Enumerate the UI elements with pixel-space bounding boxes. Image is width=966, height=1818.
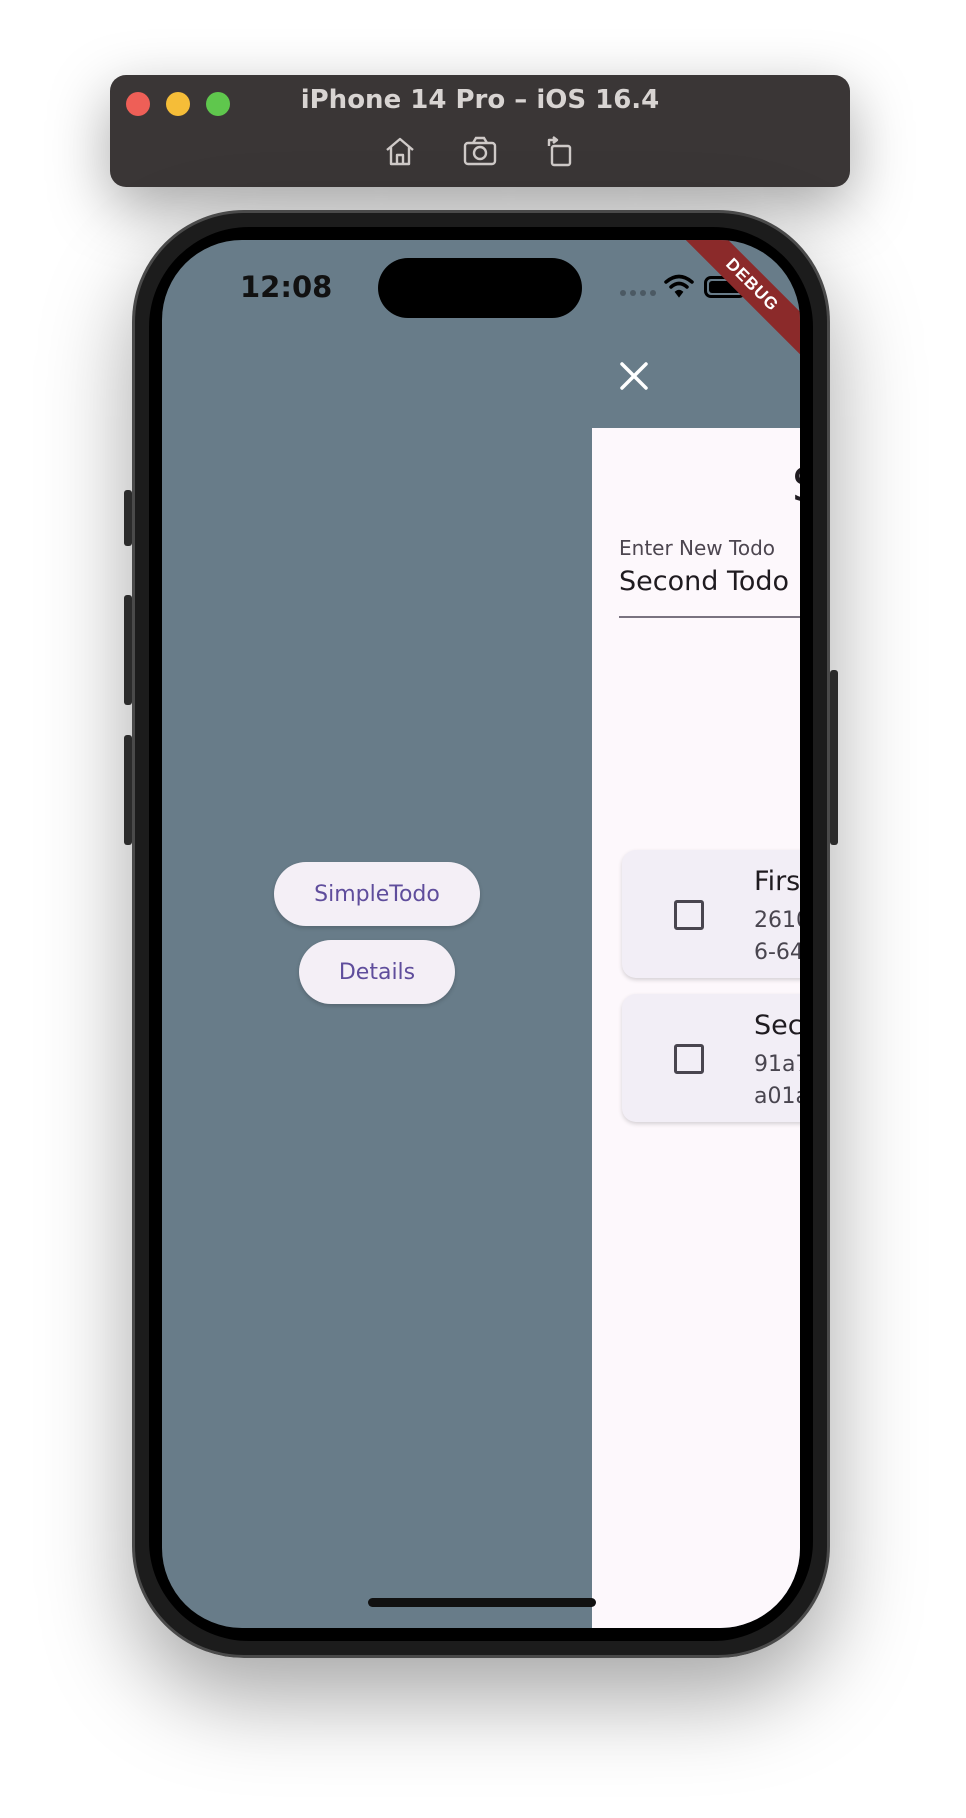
nav-details-button[interactable]: Details — [299, 940, 455, 1004]
phone-screen: 12:08 DEBUG SimpleTodo Details S Enter N… — [162, 240, 800, 1628]
todo-list-item[interactable]: Sec 91a7 a01a — [622, 994, 800, 1122]
dynamic-island — [378, 258, 582, 318]
screenshot-icon[interactable] — [462, 133, 498, 169]
simulator-toolbar — [110, 133, 850, 169]
nav-simpletodo-button[interactable]: SimpleTodo — [274, 862, 480, 926]
todo-title: Sec — [754, 1010, 800, 1041]
power-button — [830, 670, 838, 845]
action-button — [124, 490, 132, 546]
volume-up-button — [124, 595, 132, 705]
rotate-icon[interactable] — [542, 133, 578, 169]
close-icon[interactable] — [616, 358, 652, 394]
todo-page-panel: S Enter New Todo Second Todo Firs 2610 6… — [592, 428, 800, 1628]
status-time: 12:08 — [240, 270, 333, 304]
todo-input-underline — [619, 616, 800, 618]
simulator-title: iPhone 14 Pro – iOS 16.4 — [300, 85, 660, 115]
todo-title: Firs — [754, 866, 800, 897]
todo-id: 91a7 — [754, 1052, 800, 1077]
todo-list-item[interactable]: Firs 2610 6-64 — [622, 850, 800, 978]
home-icon[interactable] — [382, 133, 418, 169]
wifi-icon — [664, 274, 694, 298]
todo-input[interactable]: Second Todo — [619, 566, 789, 597]
todo-id-continued: a01a — [754, 1084, 800, 1109]
todo-id-continued: 6-64 — [754, 940, 800, 965]
todo-checkbox[interactable] — [674, 900, 704, 930]
volume-down-button — [124, 735, 132, 845]
todo-input-label: Enter New Todo — [619, 536, 776, 560]
todo-checkbox[interactable] — [674, 1044, 704, 1074]
todo-id: 2610 — [754, 908, 800, 933]
cellular-signal-icon — [620, 290, 656, 296]
home-indicator[interactable] — [368, 1598, 596, 1607]
simulator-window: iPhone 14 Pro – iOS 16.4 — [110, 75, 850, 187]
page-title: S — [792, 458, 800, 512]
